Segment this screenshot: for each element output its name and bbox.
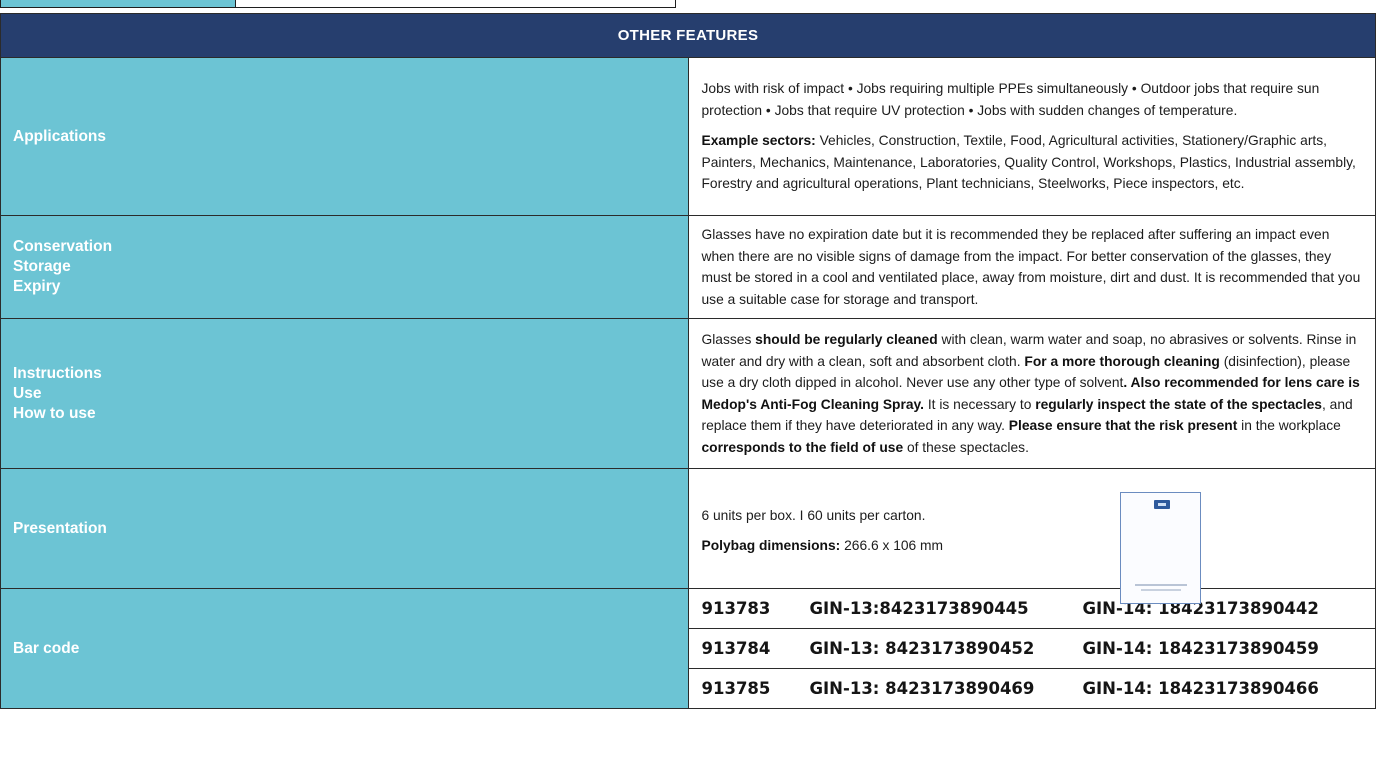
storage-label-line: Storage xyxy=(13,258,71,275)
presentation-content: 6 units per box. I 60 units per carton. … xyxy=(702,491,1363,604)
table-header-row: OTHER FEATURES xyxy=(0,13,1376,58)
applications-row: Applications Jobs with risk of impact • … xyxy=(0,57,1376,216)
instructions-segment: Glasses xyxy=(701,332,756,347)
gin14-code: GIN-14: 18423173890459 xyxy=(1082,639,1319,658)
instructions-label-line: Instructions xyxy=(13,364,102,382)
gin14-code: GIN-14: 18423173890466 xyxy=(1082,679,1319,698)
conservation-value: Glasses have no expiration date but it i… xyxy=(687,215,1376,319)
instructions-row: Instructions Use How to use Glasses shou… xyxy=(0,318,1376,469)
expiry-label-line: Expiry xyxy=(13,278,61,295)
instructions-segment-bold: Please ensure that the risk present xyxy=(1008,418,1238,433)
applications-value: Jobs with risk of impact • Jobs requirin… xyxy=(687,57,1376,216)
table-header: OTHER FEATURES xyxy=(0,13,1376,58)
polybag-image xyxy=(1119,491,1201,604)
gin13-code: GIN-13:8423173890445 xyxy=(809,599,1029,618)
product-code: 913784 xyxy=(701,639,771,658)
gin14-code: GIN-14: 18423173890442 xyxy=(1082,599,1319,618)
presentation-row: Presentation 6 units per box. I 60 units… xyxy=(0,468,1376,604)
presentation-text: 6 units per box. I 60 units per carton. … xyxy=(702,501,1363,557)
polybag-dimensions-value: 266.6 x 106 mm xyxy=(840,538,944,553)
instructions-segment-bold: For a more thorough cleaning xyxy=(1024,353,1220,369)
conservation-label: Conservation Storage Expiry xyxy=(0,215,689,319)
polybag-dimensions: Polybag dimensions: 266.6 x 106 mm xyxy=(702,535,1363,557)
previous-row-value-cell xyxy=(236,0,676,8)
instructions-value: Glasses should be regularly cleaned with… xyxy=(687,318,1376,469)
use-label-line: Use xyxy=(13,384,42,402)
barcode-line: 913784 GIN-13: 8423173890452 GIN-14: 18423… xyxy=(687,628,1376,669)
barcode-line: 913785 GIN-13: 8423173890469 GIN-14: 18423… xyxy=(687,668,1376,709)
instructions-text: Glasses should be regularly cleaned with… xyxy=(702,332,1360,455)
instructions-segment: in the workplace xyxy=(1237,418,1341,433)
conservation-row: Conservation Storage Expiry Glasses have… xyxy=(0,215,1376,319)
instructions-segment-bold: corresponds to the field of use xyxy=(701,439,904,455)
conservation-label-line: Conservation xyxy=(13,238,113,255)
previous-row-label-cell xyxy=(0,0,236,8)
example-sectors-label: Example sectors: xyxy=(701,133,816,149)
example-sectors: Example sectors: Vehicles, Construction,… xyxy=(702,130,1363,195)
polybag-text-line xyxy=(1134,583,1187,586)
presentation-label: Presentation xyxy=(0,468,689,589)
instructions-segment-bold: should be regularly cleaned xyxy=(755,332,938,347)
instructions-segment: It is necessary to xyxy=(924,396,1036,412)
other-features-table: OTHER FEATURES Applications Jobs with ri… xyxy=(0,13,1376,709)
previous-table-row-fragment xyxy=(0,0,676,10)
how-to-use-label-line: How to use xyxy=(13,404,96,422)
presentation-value: 6 units per box. I 60 units per carton. … xyxy=(687,468,1376,604)
polybag-text-line xyxy=(1140,588,1181,591)
product-code: 913785 xyxy=(701,679,771,698)
barcode-label: Bar code xyxy=(0,588,689,709)
gin13-code: GIN-13: 8423173890469 xyxy=(809,679,1035,698)
applications-text: Jobs with risk of impact • Jobs requirin… xyxy=(701,81,1320,118)
instructions-segment: of these spectacles. xyxy=(903,439,1029,455)
units-per-box: 6 units per box. I 60 units per carton. xyxy=(701,507,926,523)
instructions-label: Instructions Use How to use xyxy=(0,318,689,469)
instructions-segment-bold: regularly inspect the state of the spect… xyxy=(1035,396,1322,412)
polybag-logo-icon xyxy=(1153,499,1170,509)
polybag-dimensions-label: Polybag dimensions: xyxy=(701,538,841,553)
applications-label: Applications xyxy=(0,57,689,216)
barcode-line: 913783 GIN-13:8423173890445 GIN-14: 184231… xyxy=(687,588,1376,629)
product-code: 913783 xyxy=(701,599,771,618)
gin13-code: GIN-13: 8423173890452 xyxy=(809,639,1035,658)
